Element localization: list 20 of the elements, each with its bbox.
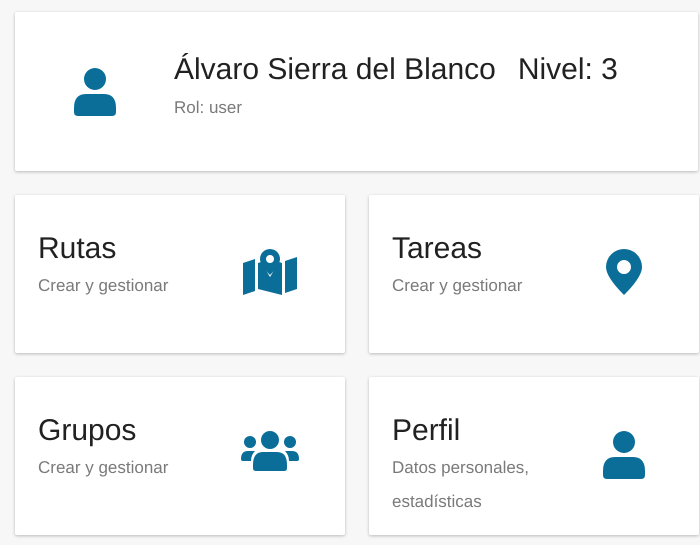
menu-card[interactable]: Tareas Crear y gestionar xyxy=(369,195,699,353)
card-subtitle: Datos personales, estadísticas xyxy=(392,457,530,513)
menu-card[interactable]: Grupos Crear y gestionar xyxy=(15,377,345,535)
user-role: Rol: user xyxy=(174,98,244,118)
card-subtitle: Crear y gestionar xyxy=(38,275,170,297)
person-icon xyxy=(74,68,116,116)
person-icon xyxy=(603,431,645,479)
card-title: Tareas xyxy=(392,231,484,267)
map-icon xyxy=(243,249,297,295)
location-pin-icon xyxy=(606,249,642,295)
user-level: Nivel: 3 xyxy=(518,52,618,88)
menu-card[interactable]: Rutas Crear y gestionar xyxy=(15,195,345,353)
card-title: Perfil xyxy=(392,413,462,449)
user-name: Álvaro Sierra del Blanco xyxy=(174,52,496,88)
card-title: Rutas xyxy=(38,231,118,267)
card-subtitle: Crear y gestionar xyxy=(392,275,524,297)
card-title: Grupos xyxy=(38,413,138,449)
group-icon xyxy=(241,431,299,471)
card-subtitle: Crear y gestionar xyxy=(38,457,170,479)
menu-card[interactable]: Perfil Datos personales, estadísticas xyxy=(369,377,699,535)
